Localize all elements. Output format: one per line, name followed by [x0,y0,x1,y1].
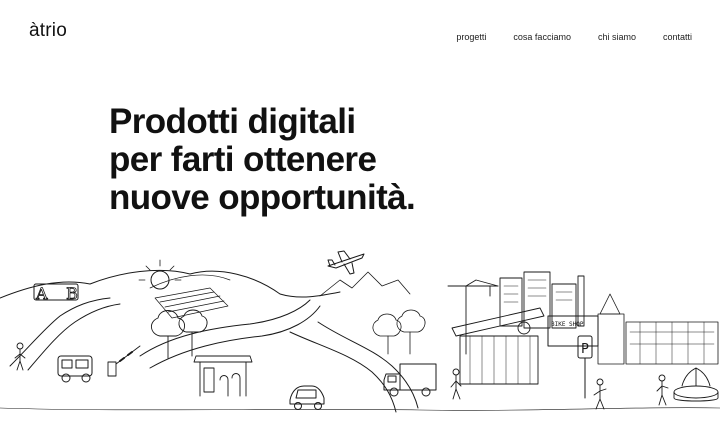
ground-line [0,407,720,411]
city-landscape-illustration: A B BIKE SHOP P [0,250,720,413]
road-right-edge [317,321,419,409]
van-icon [57,355,93,383]
crop-field [154,287,229,319]
bike-shop-building: BIKE SHOP [547,315,599,347]
trees-cluster-left [151,309,208,359]
town-sign-letters: A B [33,283,79,303]
sun-icon [138,259,182,290]
fountain-icon [673,367,719,402]
nav-item-progetti[interactable]: progetti [456,32,486,42]
far-hill [149,274,231,289]
hero-headline: Prodotti digitali per farti ottenere nuo… [109,103,529,217]
mountain-range [319,271,411,297]
car-icon [289,385,325,410]
road-barrier [107,345,141,377]
hero-line-1: Prodotti digitali [109,102,356,141]
nav-item-contatti[interactable]: contatti [663,32,692,42]
construction-crane [447,279,499,355]
sign-letter-a: A [35,284,48,303]
road-right [289,331,397,413]
road-left-edge [27,303,121,371]
road-center [139,299,311,357]
hero-line-3: nuove opportunità. [109,178,416,217]
bus-stop [193,355,253,397]
brand-logo[interactable]: àtrio [29,20,67,42]
parking-sign: P [577,335,593,399]
truck-icon [383,363,437,397]
nav-item-chi-siamo[interactable]: chi siamo [598,32,636,42]
classical-buildings [597,293,719,365]
city-buildings [499,271,585,329]
trees-center [372,309,426,355]
airplane-icon [327,250,365,275]
main-nav: progetti cosa facciamo chi siamo contatt… [456,32,692,42]
hero-section: Prodotti digitali per farti ottenere nuo… [109,103,529,217]
road-center-edge [149,305,321,369]
nav-item-cosa-facciamo[interactable]: cosa facciamo [513,32,571,42]
bike-shop-sign: BIKE SHOP [551,321,584,328]
hero-line-2: per farti ottenere [109,140,377,179]
parking-letter: P [581,342,589,357]
site-header: àtrio progetti cosa facciamo chi siamo c… [0,0,720,70]
sign-letter-b: B [66,284,78,303]
